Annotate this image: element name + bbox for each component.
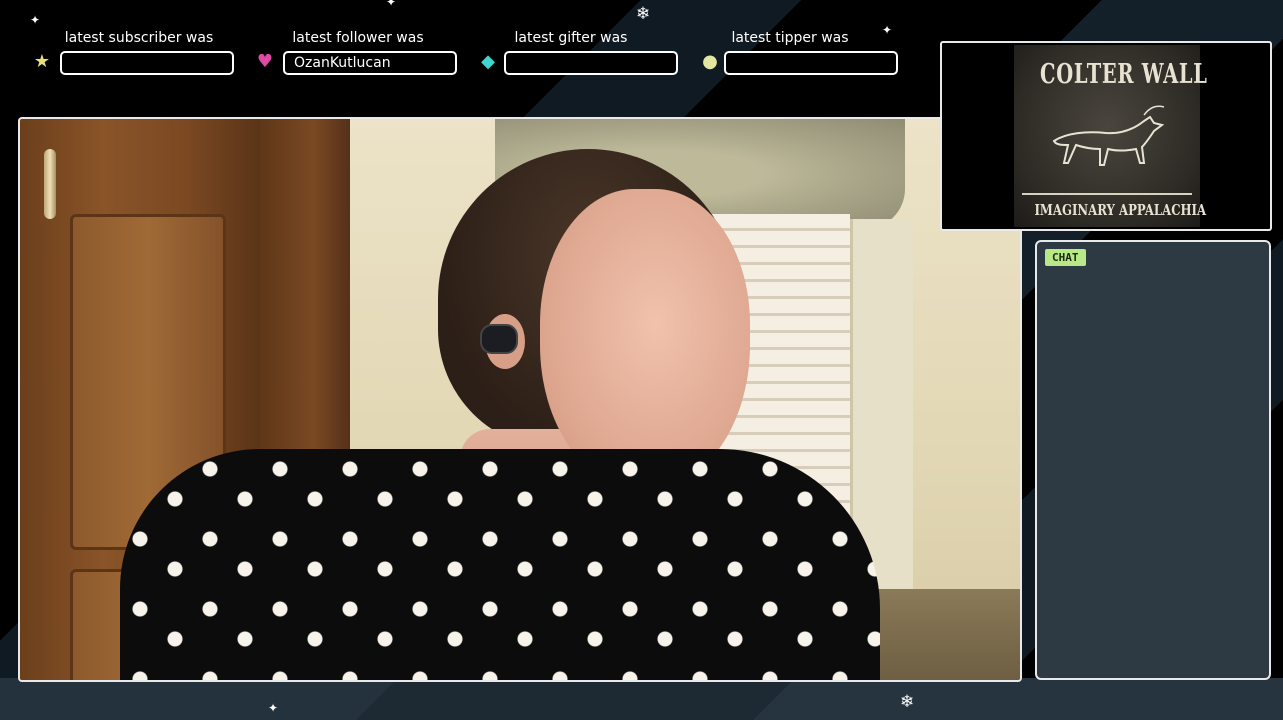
alert-label: latest gifter was <box>514 30 628 46</box>
album-artist: COLTER WALL <box>1040 59 1208 90</box>
person-face <box>540 189 750 489</box>
sparkle-icon: ✦ <box>882 23 893 37</box>
bottom-band <box>0 678 1283 720</box>
diamond-icon: ◆ <box>481 51 495 72</box>
album-divider <box>1022 193 1192 195</box>
coin-icon: ● <box>702 51 718 72</box>
heart-icon: ♥ <box>256 51 274 72</box>
coyote-illustration <box>1052 105 1165 166</box>
floral-shirt <box>120 449 880 680</box>
door-handle <box>44 149 56 219</box>
alert-label: latest tipper was <box>731 30 849 46</box>
sparkle-icon: ✦ <box>30 13 41 27</box>
alert-value: OzanKutlucan <box>283 51 457 75</box>
webcam-feed <box>18 117 1022 682</box>
alert-value <box>724 51 898 75</box>
alert-value <box>504 51 678 75</box>
album-cover: COLTER WALL IMAGINARY APPALACHIA <box>1014 45 1208 227</box>
sparkle-icon: ❄ <box>900 692 915 712</box>
alert-value <box>60 51 234 75</box>
now-playing-album: COLTER WALL IMAGINARY APPALACHIA <box>940 41 1272 231</box>
sparkle-icon: ✦ <box>386 0 397 9</box>
chat-label: CHAT <box>1045 249 1086 266</box>
album-title: IMAGINARY APPALACHIA <box>1034 201 1207 219</box>
star-icon: ★ <box>33 51 51 72</box>
alert-label: latest subscriber was <box>64 30 214 46</box>
chat-panel[interactable]: CHAT <box>1035 240 1271 680</box>
stream-overlay: ✦ ✦ ❄ ✦ ✦ ❄ latest subscriber was ★ late… <box>0 0 1283 720</box>
alert-label: latest follower was <box>292 30 424 46</box>
sparkle-icon: ✦ <box>268 701 279 715</box>
earbud <box>480 324 518 354</box>
sparkle-icon: ❄ <box>636 4 651 24</box>
